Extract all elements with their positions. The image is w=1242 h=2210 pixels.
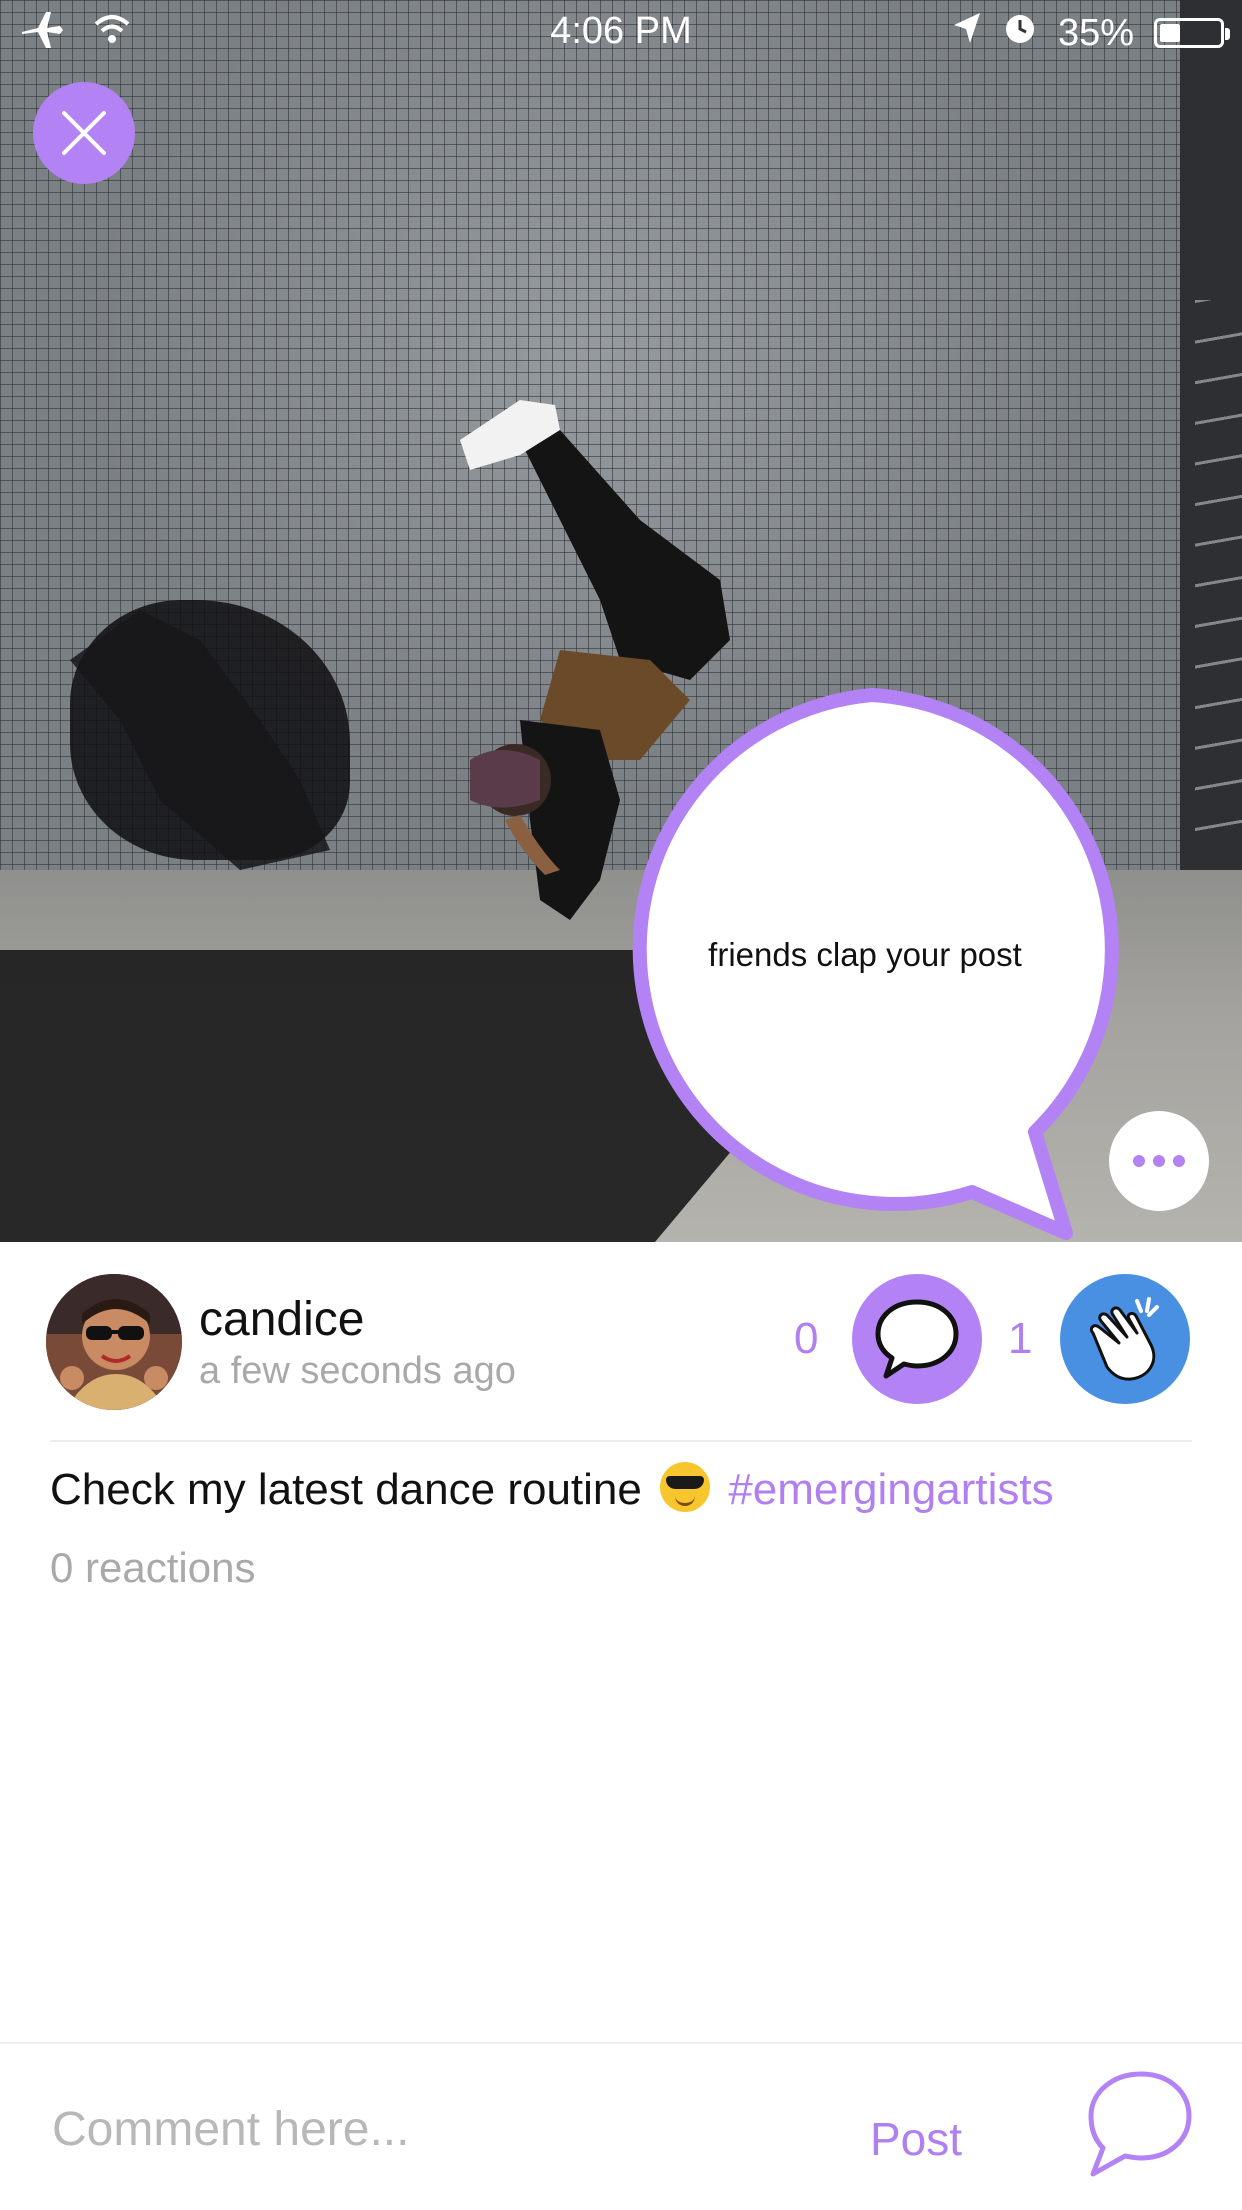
hashtag-link[interactable]: #emergingartists — [728, 1465, 1053, 1514]
divider — [50, 1440, 1192, 1442]
tooltip-text: friends clap your post — [708, 936, 1022, 973]
caption-text: Check my latest dance routine — [50, 1465, 642, 1514]
post-comment-button[interactable]: Post — [870, 2112, 962, 2166]
battery-icon — [1154, 18, 1230, 48]
author-name[interactable]: candice — [199, 1292, 364, 1347]
speech-bubble-icon — [875, 1299, 959, 1379]
post-caption: Check my latest dance routine #emerginga… — [50, 1462, 1054, 1515]
more-options-button[interactable] — [1109, 1111, 1209, 1211]
comment-button[interactable] — [852, 1274, 982, 1404]
close-button[interactable] — [33, 82, 135, 184]
speech-bubble-outline-icon — [1088, 2071, 1192, 2177]
avatar[interactable] — [46, 1274, 182, 1410]
more-icon — [1133, 1155, 1185, 1167]
clap-count: 1 — [1008, 1314, 1033, 1363]
comments-view-button[interactable] — [1085, 2068, 1195, 2180]
clapping-hands-icon — [1089, 1297, 1159, 1381]
reactions-count[interactable]: 0 reactions — [50, 1544, 255, 1592]
clap-button[interactable] — [1060, 1274, 1190, 1404]
comment-count: 0 — [794, 1314, 819, 1363]
avatar-image — [46, 1274, 182, 1410]
status-bar: 4:06 PM 35% — [0, 0, 1242, 62]
location-arrow-icon — [952, 11, 982, 55]
battery-percent: 35% — [1057, 11, 1134, 54]
alarm-icon — [1002, 10, 1038, 56]
comment-input[interactable] — [50, 2088, 814, 2170]
sunglasses-emoji-icon — [660, 1462, 711, 1512]
post-timestamp: a few seconds ago — [199, 1350, 516, 1392]
close-icon — [62, 111, 106, 155]
